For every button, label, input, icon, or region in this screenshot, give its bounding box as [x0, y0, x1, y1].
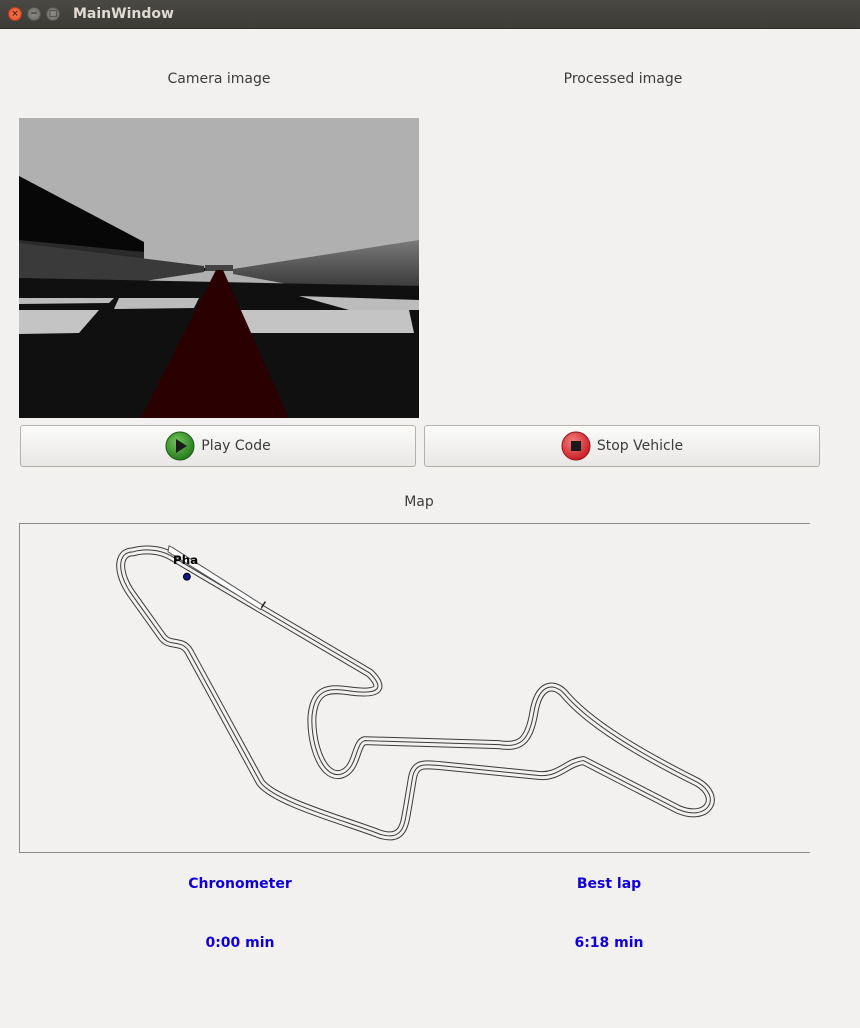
close-icon: ×: [11, 9, 19, 19]
maximize-window-button[interactable]: □: [46, 7, 60, 21]
close-window-button[interactable]: ×: [8, 7, 22, 21]
camera-image: [19, 118, 419, 418]
processed-image-label: Processed image: [563, 71, 683, 87]
car-position-dot: [182, 572, 191, 581]
play-code-label: Play Code: [201, 438, 271, 454]
best-lap-label: Best lap: [576, 876, 642, 892]
map-view: Pha: [19, 523, 810, 853]
stop-icon: [561, 431, 591, 461]
minimize-window-button[interactable]: −: [27, 7, 41, 21]
best-lap-value: 6:18 min: [574, 935, 644, 951]
window-title: MainWindow: [73, 6, 174, 22]
minimize-icon: −: [30, 9, 38, 19]
race-track: [116, 545, 715, 841]
chronometer-value: 0:00 min: [205, 935, 275, 951]
title-bar: × − □ MainWindow: [0, 0, 860, 29]
chronometer-label: Chronometer: [188, 876, 292, 892]
map-label: Map: [404, 494, 434, 510]
car-marker-label: Pha: [173, 553, 198, 567]
stop-vehicle-button[interactable]: Stop Vehicle: [424, 425, 820, 467]
maximize-icon: □: [48, 9, 58, 19]
play-code-button[interactable]: Play Code: [20, 425, 416, 467]
play-icon: [165, 431, 195, 461]
stop-vehicle-label: Stop Vehicle: [596, 438, 684, 454]
camera-image-label: Camera image: [167, 71, 271, 87]
main-window: × − □ MainWindow Camera image Processed …: [0, 0, 860, 1028]
